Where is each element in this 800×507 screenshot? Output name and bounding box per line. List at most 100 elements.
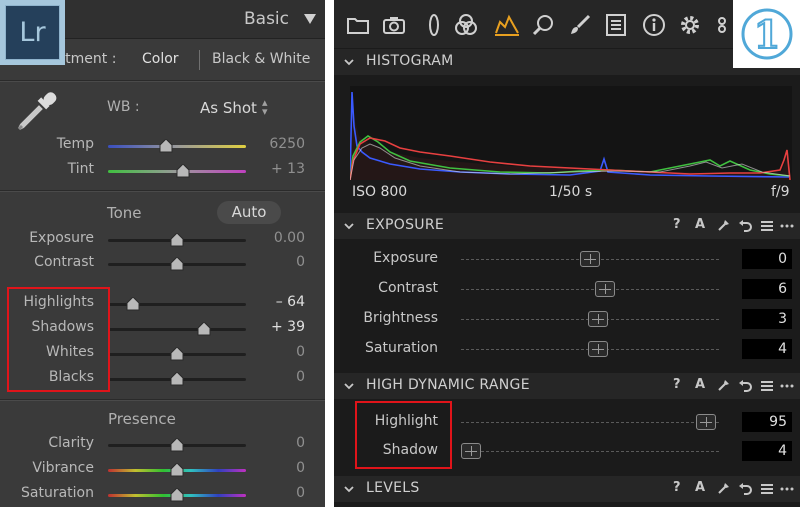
auto-icon[interactable]: A: [695, 480, 705, 495]
brightness-slider-thumb[interactable]: [588, 311, 608, 327]
menu-icon[interactable]: [760, 379, 774, 393]
vibrance-slider-thumb[interactable]: [170, 463, 184, 477]
help-icon[interactable]: ?: [673, 217, 681, 232]
help-icon[interactable]: ?: [673, 480, 681, 495]
wb-dropdown[interactable]: As Shot: [200, 99, 257, 117]
whites-slider-thumb[interactable]: [170, 347, 184, 361]
treatment-bw-option[interactable]: Black & White: [212, 51, 310, 67]
auto-icon[interactable]: A: [695, 217, 705, 232]
highlights-value[interactable]: – 64: [235, 294, 305, 310]
folder-icon[interactable]: [346, 13, 370, 37]
info-icon[interactable]: [642, 13, 666, 37]
brightness-value-field[interactable]: 3: [742, 309, 792, 329]
exposure-slider-thumb[interactable]: [580, 251, 600, 267]
details-icon[interactable]: [532, 13, 556, 37]
shadows-slider-thumb[interactable]: [197, 322, 211, 336]
contrast-value[interactable]: 0: [235, 254, 305, 270]
saturation-label: Saturation: [21, 485, 94, 501]
vibrance-value[interactable]: 0: [235, 460, 305, 476]
saturation-value[interactable]: 0: [235, 485, 305, 501]
temp-slider-thumb[interactable]: [159, 139, 173, 153]
shadow-slider-track[interactable]: [461, 451, 719, 453]
help-icon[interactable]: ?: [673, 377, 681, 392]
camera-icon[interactable]: [382, 13, 406, 37]
exposure-label: Exposure: [373, 250, 438, 266]
divider: [0, 191, 325, 192]
brush-icon[interactable]: [568, 13, 592, 37]
clarity-slider-thumb[interactable]: [170, 438, 184, 452]
shadow-slider-thumb[interactable]: [461, 443, 481, 459]
hdr-tool-buttons: ? A: [673, 377, 798, 395]
more-options-icon[interactable]: [780, 219, 794, 233]
chevron-down-icon[interactable]: [344, 57, 354, 67]
reset-icon[interactable]: [738, 482, 752, 496]
highlight-slider-track[interactable]: [461, 422, 719, 424]
blacks-slider-thumb[interactable]: [170, 372, 184, 386]
eyedropper-icon[interactable]: [12, 88, 60, 136]
menu-icon[interactable]: [760, 482, 774, 496]
temp-value[interactable]: 6250: [235, 136, 305, 152]
exposure-icon[interactable]: [494, 13, 519, 37]
collapse-triangle-icon[interactable]: [304, 14, 316, 24]
auto-tone-button[interactable]: Auto: [217, 201, 281, 224]
menu-icon[interactable]: [760, 219, 774, 233]
highlight-value-field[interactable]: 95: [742, 412, 792, 432]
hdr-header[interactable]: HIGH DYNAMIC RANGE ? A: [334, 373, 800, 399]
temp-label: Temp: [56, 136, 94, 152]
saturation-value-field[interactable]: 4: [742, 339, 792, 359]
reset-icon[interactable]: [738, 219, 752, 233]
chevron-down-icon[interactable]: [344, 484, 354, 494]
levels-tool-buttons: ? A: [673, 480, 798, 498]
histogram-header[interactable]: HISTOGRAM: [334, 49, 800, 75]
histogram-title: HISTOGRAM: [366, 53, 454, 69]
picker-icon[interactable]: [716, 379, 730, 393]
more-options-icon[interactable]: [780, 379, 794, 393]
contrast-slider-thumb[interactable]: [595, 281, 615, 297]
wb-stepper-icon[interactable]: ▴ ▾: [262, 97, 268, 117]
more-options-icon[interactable]: [780, 482, 794, 496]
reset-icon[interactable]: [738, 379, 752, 393]
chevron-down-icon[interactable]: [344, 221, 354, 231]
picker-icon[interactable]: [716, 482, 730, 496]
divider: [0, 81, 325, 82]
saturation-slider-thumb[interactable]: [588, 341, 608, 357]
shadows-slider-track[interactable]: [108, 328, 246, 331]
contrast-slider-thumb[interactable]: [170, 257, 184, 271]
temp-slider-track[interactable]: [108, 145, 246, 148]
picker-icon[interactable]: [716, 219, 730, 233]
saturation-label: Saturation: [365, 340, 438, 356]
auto-icon[interactable]: A: [695, 377, 705, 392]
exposure-value-field[interactable]: 0: [742, 249, 792, 269]
highlights-slider-thumb[interactable]: [126, 297, 140, 311]
lens-icon[interactable]: [422, 13, 446, 37]
levels-title: LEVELS: [366, 480, 420, 496]
chevron-down-icon[interactable]: [344, 381, 354, 391]
shadows-value[interactable]: + 39: [235, 319, 305, 335]
treatment-color-option[interactable]: Color: [142, 51, 179, 67]
metadata-icon[interactable]: [604, 13, 628, 37]
tone-section-title: Tone: [107, 204, 142, 222]
exposure-slider-thumb[interactable]: [170, 233, 184, 247]
saturation-slider-thumb[interactable]: [170, 488, 184, 502]
hdr-annotation-box: [355, 401, 452, 469]
tint-slider-thumb[interactable]: [176, 164, 190, 178]
presence-section-title: Presence: [108, 410, 176, 428]
shadow-value-field[interactable]: 4: [742, 441, 792, 461]
color-icon[interactable]: [454, 13, 478, 37]
contrast-value-field[interactable]: 6: [742, 279, 792, 299]
wb-label: WB :: [107, 99, 140, 115]
highlight-slider-thumb[interactable]: [696, 414, 716, 430]
contrast-label: Contrast: [34, 254, 94, 270]
tint-value[interactable]: + 13: [235, 161, 305, 177]
gear-icon[interactable]: [678, 13, 702, 37]
clarity-label: Clarity: [48, 435, 94, 451]
levels-header[interactable]: LEVELS ? A: [334, 476, 800, 502]
clarity-value[interactable]: 0: [235, 435, 305, 451]
histogram-shutter: 1/50 s: [549, 184, 593, 200]
blacks-value[interactable]: 0: [235, 369, 305, 385]
exposure-value[interactable]: 0.00: [235, 230, 305, 246]
exposure-header[interactable]: EXPOSURE ? A: [334, 213, 800, 239]
whites-value[interactable]: 0: [235, 344, 305, 360]
contrast-slider-track[interactable]: [461, 289, 719, 291]
histogram-iso: ISO 800: [352, 184, 408, 200]
